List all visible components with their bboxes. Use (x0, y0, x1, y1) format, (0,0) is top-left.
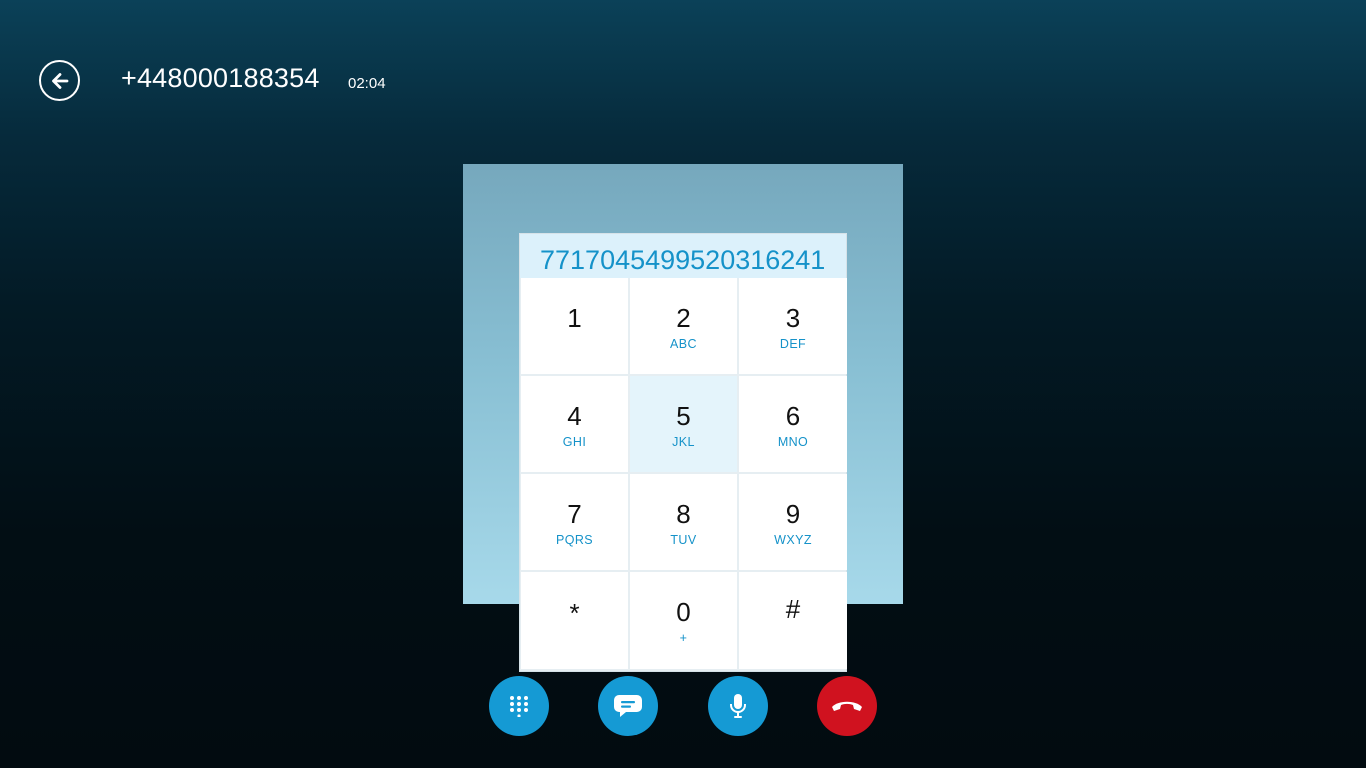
dialpad-keys: 1 2 ABC 3 DEF 4 GHI 5 JKL 6 MNO 7 PQRS 8… (520, 278, 847, 670)
caller-number: +448000188354 (121, 63, 320, 93)
key-8[interactable]: 8 TUV (630, 474, 737, 570)
key-letters: + (679, 631, 688, 645)
key-digit: 6 (785, 401, 801, 431)
key-letters: PQRS (555, 533, 594, 547)
key-5[interactable]: 5 JKL (630, 376, 737, 472)
mute-microphone-button[interactable] (708, 676, 768, 736)
key-7[interactable]: 7 PQRS (521, 474, 628, 570)
key-letters: JKL (672, 435, 695, 449)
key-digit: 2 (676, 303, 691, 333)
key-digit: 4 (567, 401, 582, 431)
key-digit: 3 (785, 303, 801, 333)
key-letters: GHI (562, 435, 587, 449)
dialpad: 7717045499520316241 1 2 ABC 3 DEF 4 GHI … (520, 234, 847, 671)
entered-digits-display: 7717045499520316241 (520, 234, 846, 278)
microphone-icon (730, 694, 746, 718)
hang-up-icon (832, 701, 862, 711)
key-letters: DEF (779, 337, 807, 351)
key-digit: 8 (676, 499, 691, 529)
dialpad-icon (510, 696, 528, 717)
call-controls (0, 676, 1366, 736)
key-star[interactable]: * (521, 572, 628, 669)
chat-icon (614, 695, 642, 717)
key-digit: # (785, 594, 801, 624)
chat-button[interactable] (598, 676, 658, 736)
key-6[interactable]: 6 MNO (739, 376, 847, 472)
key-digit: 7 (567, 499, 582, 529)
key-hash[interactable]: # (739, 572, 847, 669)
key-9[interactable]: 9 WXYZ (739, 474, 847, 570)
call-duration: 02:04 (348, 75, 386, 92)
dialpad-toggle-button[interactable] (489, 676, 549, 736)
key-letters: ABC (670, 337, 697, 351)
key-letters: TUV (670, 533, 697, 547)
key-digit: 5 (676, 401, 691, 431)
key-digit: 9 (785, 499, 801, 529)
back-arrow-icon (51, 72, 68, 89)
key-0[interactable]: 0 + (630, 572, 737, 669)
key-4[interactable]: 4 GHI (521, 376, 628, 472)
key-digit: * (569, 598, 580, 628)
key-digit: 0 (676, 597, 691, 627)
key-letters: MNO (777, 435, 809, 449)
key-3[interactable]: 3 DEF (739, 278, 847, 374)
end-call-button[interactable] (817, 676, 877, 736)
key-digit: 1 (567, 303, 582, 333)
back-button[interactable] (39, 60, 80, 101)
key-1[interactable]: 1 (521, 278, 628, 374)
key-letters: WXYZ (774, 533, 812, 547)
key-2[interactable]: 2 ABC (630, 278, 737, 374)
